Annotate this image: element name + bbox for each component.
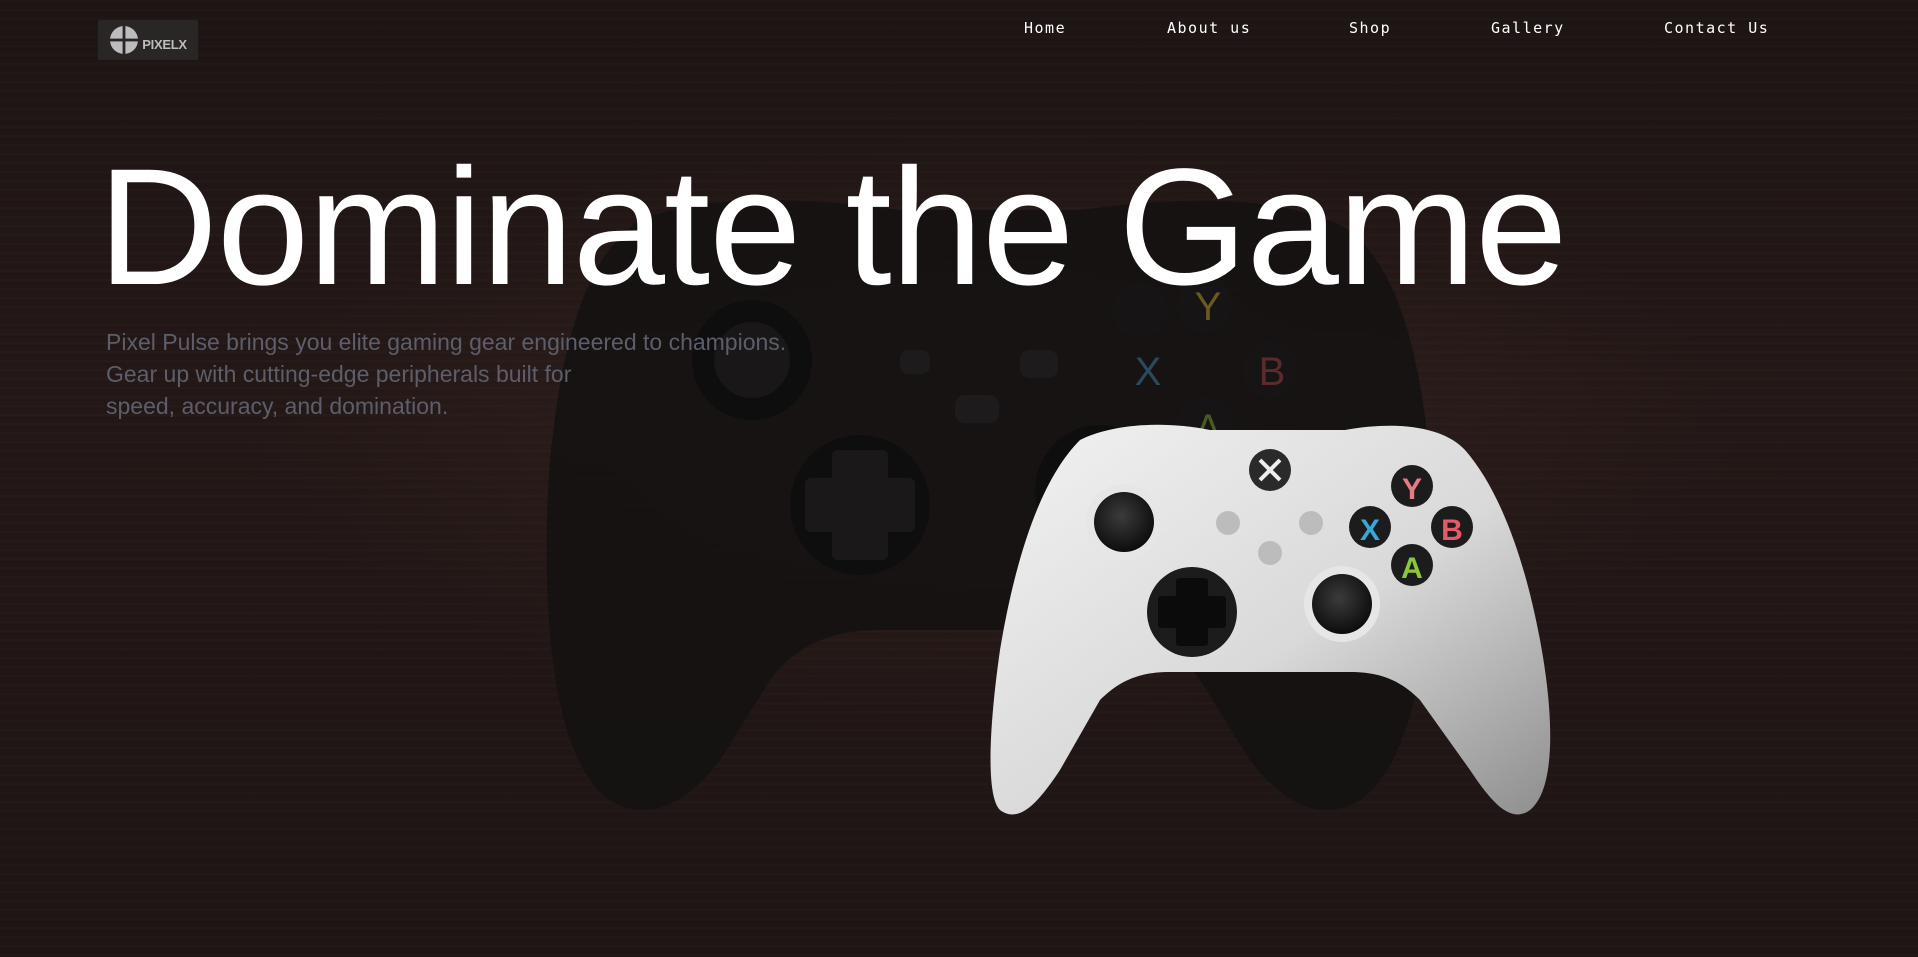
hero-description-line: Pixel Pulse brings you elite gaming gear…: [106, 329, 787, 355]
dark-b-label: B: [1259, 350, 1286, 394]
hero-title: Dominate the Game: [98, 135, 1567, 320]
hero-description-line: Gear up with cutting-edge peripherals bu…: [106, 361, 572, 387]
y-button-label: Y: [1402, 473, 1422, 506]
a-button-label: A: [1401, 552, 1423, 585]
hero-description: Pixel Pulse brings you elite gaming gear…: [106, 326, 966, 422]
dark-x-label: X: [1135, 350, 1162, 394]
b-button-label: B: [1441, 514, 1463, 547]
hero-description-line: speed, accuracy, and domination.: [106, 393, 449, 419]
x-button-label: X: [1360, 514, 1380, 547]
